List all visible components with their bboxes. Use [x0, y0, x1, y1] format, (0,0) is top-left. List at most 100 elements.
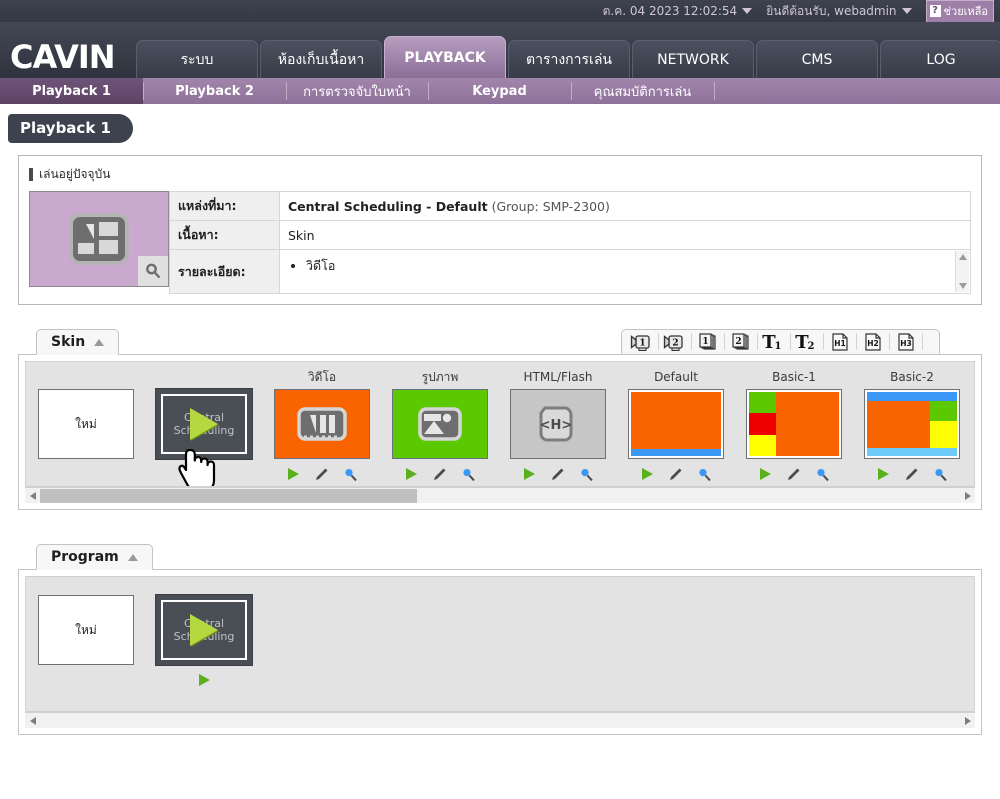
play-button[interactable] — [197, 467, 211, 481]
preview-button[interactable] — [579, 467, 594, 482]
tab-skin[interactable]: Skin — [36, 329, 120, 355]
camera-2-icon[interactable]: 2 — [658, 330, 691, 353]
text-t2-icon[interactable]: T 2 — [790, 330, 823, 353]
chevron-up-icon[interactable] — [127, 553, 138, 561]
subnav-item-keypad[interactable]: Keypad — [428, 78, 571, 104]
heading-marker-icon — [29, 168, 33, 181]
play-button[interactable] — [522, 467, 536, 481]
program-card-new: ใหม่ — [38, 595, 134, 691]
skin-html-thumbnail[interactable]: <H> — [510, 389, 606, 459]
play-button[interactable] — [876, 467, 890, 481]
datetime-display[interactable]: ต.ค. 04 2023 12:02:54 — [603, 2, 753, 21]
skin-section-body: ใหม่ Central Scheduling วิดีโอ รูปภาพ HT… — [18, 355, 982, 510]
html-h2-icon[interactable]: H2 — [856, 330, 889, 353]
tab-program[interactable]: Program — [36, 544, 153, 570]
scroll-left-button[interactable] — [25, 488, 40, 504]
skin-central-scheduling-thumbnail[interactable]: Central Scheduling — [155, 388, 253, 460]
skin-tab-row: Skin 1 2 1 2 T 1 T 2 H1 H2 H3 — [18, 329, 982, 355]
subnav-item-playback-1[interactable]: Playback 1 — [0, 78, 143, 104]
play-button[interactable] — [404, 467, 418, 481]
now-playing-heading-text: เล่นอยู่ปัจจุบัน — [39, 167, 111, 181]
nav-tab-playback[interactable]: PLAYBACK — [384, 36, 506, 78]
tab-skin-label: Skin — [51, 334, 86, 350]
detail-scrollbar[interactable] — [955, 251, 969, 292]
card-actions — [38, 669, 134, 691]
svg-text:H3: H3 — [900, 339, 912, 348]
card-caption: Basic-2 — [890, 370, 934, 384]
chevron-down-icon — [742, 8, 753, 14]
skin-basic1-thumbnail[interactable] — [746, 389, 842, 459]
program-card-central-scheduling: Central Scheduling — [155, 594, 253, 691]
arrow-left-icon — [29, 716, 36, 725]
edit-button[interactable] — [314, 467, 329, 482]
table-row: แหล่งที่มา: Central Scheduling - Default… — [169, 191, 971, 221]
detail-value: วิดีโอ — [279, 249, 971, 294]
nav-tab-schedule[interactable]: ตารางการเล่น — [508, 40, 630, 78]
program-horizontal-scrollbar[interactable] — [25, 712, 975, 728]
subnav-filler — [714, 78, 1000, 104]
edit-button[interactable] — [432, 467, 447, 482]
html-h3-icon[interactable]: H3 — [889, 330, 922, 353]
card-caption: Basic-1 — [772, 370, 816, 384]
pages-2-icon[interactable]: 2 — [724, 330, 757, 353]
subnav-item-face-detection[interactable]: การตรวจจับใบหน้า — [286, 78, 428, 104]
html-code-icon: <H> — [539, 406, 573, 442]
now-playing-thumbnail[interactable] — [29, 191, 169, 287]
edit-button[interactable] — [550, 467, 565, 482]
html-h1-icon[interactable]: H1 — [823, 330, 856, 353]
edit-button[interactable] — [786, 467, 801, 482]
layout-zone-green — [930, 401, 957, 422]
pages-1-icon[interactable]: 1 — [691, 330, 724, 353]
scroll-right-button[interactable] — [960, 713, 975, 729]
preview-button[interactable] — [343, 467, 358, 482]
preview-button[interactable] — [815, 467, 830, 482]
play-button[interactable] — [286, 467, 300, 481]
subnav-item-playback-2[interactable]: Playback 2 — [143, 78, 286, 104]
play-button[interactable] — [640, 467, 654, 481]
card-caption — [38, 370, 134, 386]
skin-horizontal-scrollbar[interactable] — [25, 487, 975, 503]
program-central-scheduling-thumbnail[interactable]: Central Scheduling — [155, 594, 253, 666]
user-menu[interactable]: ยินดีต้อนรับ, webadmin — [766, 2, 912, 21]
chevron-up-icon[interactable] — [94, 338, 105, 346]
preview-button[interactable] — [461, 467, 476, 482]
play-button[interactable] — [758, 467, 772, 481]
scroll-up-icon[interactable] — [958, 254, 967, 260]
scroll-thumb[interactable] — [40, 488, 418, 503]
scroll-track[interactable] — [40, 713, 960, 729]
svg-text:2: 2 — [807, 341, 814, 352]
scroll-right-button[interactable] — [960, 488, 975, 504]
play-button[interactable] — [197, 673, 211, 687]
text-t1-icon[interactable]: T 1 — [757, 330, 790, 353]
skin-image-thumbnail[interactable] — [392, 389, 488, 459]
preview-button[interactable] — [933, 467, 948, 482]
help-button[interactable]: ? ช่วยเหลือ — [925, 0, 994, 23]
edit-button[interactable] — [668, 467, 683, 482]
layout-zone-top-banner — [867, 392, 957, 401]
scroll-track[interactable] — [40, 488, 960, 504]
svg-text:<H>: <H> — [540, 418, 573, 433]
source-label: แหล่งที่มา: — [169, 191, 280, 221]
scroll-left-button[interactable] — [25, 713, 40, 729]
nav-tab-cms[interactable]: CMS — [756, 40, 878, 78]
nav-tab-system[interactable]: ระบบ — [136, 40, 258, 78]
skin-card-html-flash: HTML/Flash <H> — [510, 370, 606, 485]
nav-tab-media-library[interactable]: ห้องเก็บเนื้อหา — [260, 40, 382, 78]
nav-tab-log[interactable]: LOG — [880, 40, 1000, 78]
edit-button[interactable] — [904, 467, 919, 482]
skin-basic2-thumbnail[interactable] — [864, 389, 960, 459]
skin-default-thumbnail[interactable] — [628, 389, 724, 459]
program-new-thumbnail[interactable]: ใหม่ — [38, 595, 134, 665]
layout-zone-main — [776, 392, 839, 456]
preview-zoom-button[interactable] — [138, 256, 168, 286]
program-section-body: ใหม่ Central Scheduling — [18, 570, 982, 735]
camera-1-icon[interactable]: 1 — [625, 330, 658, 353]
subnav-item-playback-properties[interactable]: คุณสมบัติการเล่น — [571, 78, 714, 104]
skin-new-thumbnail[interactable]: ใหม่ — [38, 389, 134, 459]
scroll-down-icon[interactable] — [958, 283, 967, 289]
site-header: CAVIN ระบบ ห้องเก็บเนื้อหา PLAYBACK ตารา… — [0, 22, 1000, 78]
nav-tab-network[interactable]: NETWORK — [632, 40, 754, 78]
skin-video-thumbnail[interactable] — [274, 389, 370, 459]
arrow-right-icon — [964, 716, 971, 725]
preview-button[interactable] — [697, 467, 712, 482]
